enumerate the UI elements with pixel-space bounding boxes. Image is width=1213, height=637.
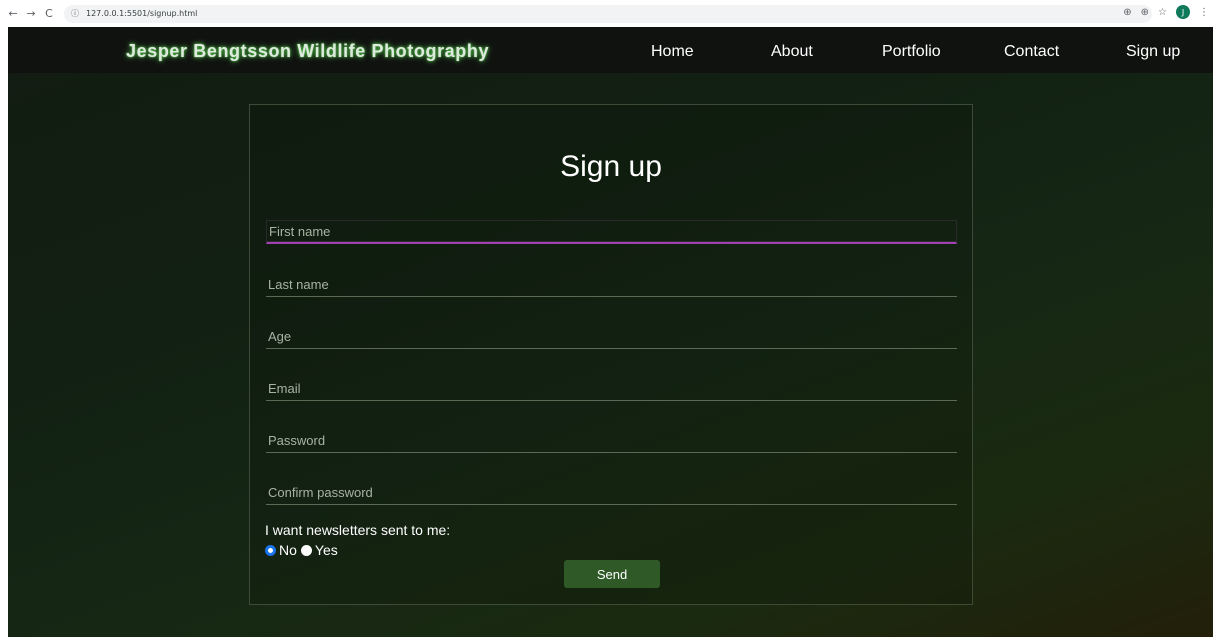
address-bar[interactable]: ⓘ 127.0.0.1:5501/signup.html: [64, 4, 1152, 23]
back-arrow-icon[interactable]: ←: [4, 7, 22, 20]
site-logo[interactable]: Jesper Bengtsson Wildlife Photography: [126, 41, 489, 62]
password-input[interactable]: [266, 429, 957, 453]
confirm-password-input[interactable]: [266, 481, 957, 505]
browser-actions: ⊕ ⊕ ☆ J ⋮: [1123, 5, 1209, 19]
nav-contact[interactable]: Contact: [1004, 43, 1059, 61]
send-button[interactable]: Send: [564, 560, 660, 588]
site-navbar: Jesper Bengtsson Wildlife Photography Ho…: [8, 27, 1213, 73]
newsletter-yes-label[interactable]: Yes: [315, 542, 338, 558]
first-name-input[interactable]: [266, 220, 957, 244]
page-content: Jesper Bengtsson Wildlife Photography Ho…: [8, 27, 1213, 637]
forward-arrow-icon[interactable]: →: [22, 7, 40, 20]
newsletter-yes-radio[interactable]: [300, 544, 312, 556]
nav-signup[interactable]: Sign up: [1126, 43, 1180, 61]
newsletter-no-label[interactable]: No: [279, 542, 297, 558]
browser-toolbar: ← → C ⓘ 127.0.0.1:5501/signup.html ⊕ ⊕ ☆…: [0, 0, 1213, 27]
menu-icon[interactable]: ⋮: [1199, 7, 1209, 18]
info-icon[interactable]: ⓘ: [68, 8, 82, 19]
last-name-input[interactable]: [266, 273, 957, 297]
age-input[interactable]: [266, 325, 957, 349]
newsletter-no-radio[interactable]: [265, 544, 276, 556]
nav-about[interactable]: About: [771, 43, 813, 61]
translate-icon[interactable]: ⊕: [1123, 7, 1131, 18]
reload-icon[interactable]: C: [40, 7, 58, 20]
newsletter-label: I want newsletters sent to me:: [265, 522, 451, 538]
signup-form: Sign up I want newsletters sent to me: N…: [249, 104, 973, 605]
url-text: 127.0.0.1:5501/signup.html: [86, 9, 198, 18]
star-icon[interactable]: ☆: [1158, 7, 1167, 18]
profile-avatar[interactable]: J: [1176, 5, 1190, 19]
newsletter-options: No Yes: [265, 542, 342, 558]
zoom-icon[interactable]: ⊕: [1141, 7, 1149, 18]
nav-portfolio[interactable]: Portfolio: [882, 43, 941, 61]
form-title: Sign up: [560, 150, 662, 183]
nav-home[interactable]: Home: [651, 43, 694, 61]
email-input[interactable]: [266, 377, 957, 401]
